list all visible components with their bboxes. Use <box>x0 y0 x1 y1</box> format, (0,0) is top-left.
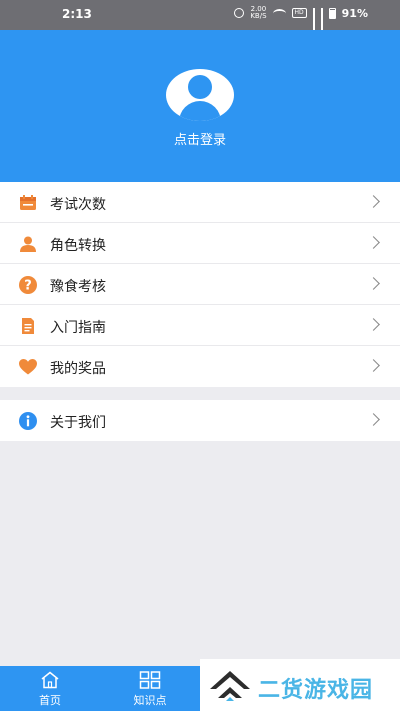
watermark-logo-icon <box>210 671 250 701</box>
svg-text:?: ? <box>24 279 32 294</box>
menu-list: 考试次数 角色转换 ? 豫食考核 入门指南 我的奖品 <box>0 182 400 387</box>
watermark: 二货游戏园 <box>200 659 400 711</box>
user-icon <box>20 236 36 252</box>
watermark-text: 二货游戏园 <box>258 678 374 703</box>
calendar-icon <box>20 195 36 210</box>
status-time: 2:13 <box>62 7 92 21</box>
menu-item-prizes[interactable]: 我的奖品 <box>0 346 400 387</box>
tab-bar: 首页 知识点 <box>0 666 200 711</box>
menu-item-role-switch[interactable]: 角色转换 <box>0 223 400 264</box>
tab-label: 首页 <box>39 694 61 707</box>
chevron-right-icon <box>367 236 380 249</box>
network-speed: 2.00 KB/S <box>250 6 266 20</box>
signal-icon-2 <box>320 8 323 33</box>
chevron-right-icon <box>367 359 380 372</box>
tab-knowledge[interactable]: 知识点 <box>100 666 200 711</box>
home-icon <box>41 671 59 689</box>
avatar[interactable] <box>166 69 234 121</box>
avatar-head <box>188 75 212 99</box>
about-section: 关于我们 <box>0 400 400 441</box>
signal-icon <box>312 8 315 33</box>
profile-header: 点击登录 <box>0 30 400 182</box>
avatar-body <box>179 101 221 121</box>
chevron-right-icon <box>367 413 380 426</box>
hd-badge: HD <box>291 8 307 18</box>
chevron-right-icon <box>367 277 380 290</box>
status-icons: 2.00 KB/S HD 91% <box>234 6 368 33</box>
menu-item-guide[interactable]: 入门指南 <box>0 305 400 346</box>
login-link[interactable]: 点击登录 <box>0 129 400 148</box>
battery-icon <box>328 7 336 19</box>
wifi-icon <box>272 8 286 18</box>
menu-item-food-assessment[interactable]: ? 豫食考核 <box>0 264 400 305</box>
battery-percent: 91% <box>341 6 368 20</box>
document-icon <box>22 318 34 334</box>
chevron-right-icon <box>367 195 380 208</box>
menu-item-exam-count[interactable]: 考试次数 <box>0 182 400 223</box>
grid-icon <box>139 671 161 689</box>
menu-item-label: 关于我们 <box>50 415 106 431</box>
menu-item-about[interactable]: 关于我们 <box>0 400 400 441</box>
alarm-icon <box>234 8 245 18</box>
tab-label: 知识点 <box>133 694 167 707</box>
menu-item-label: 我的奖品 <box>50 361 106 377</box>
menu-item-label: 考试次数 <box>50 197 106 213</box>
network-speed-unit: KB/S <box>250 12 267 20</box>
heart-icon <box>19 359 37 375</box>
menu-item-label: 入门指南 <box>50 320 106 336</box>
status-bar: 2:13 2.00 KB/S HD 91% <box>0 0 400 33</box>
chevron-right-icon <box>367 318 380 331</box>
tab-home[interactable]: 首页 <box>0 666 100 711</box>
menu-item-label: 角色转换 <box>50 238 106 254</box>
menu-item-label: 豫食考核 <box>50 279 106 295</box>
info-circle-icon <box>19 412 37 430</box>
question-circle-icon: ? <box>19 276 37 294</box>
